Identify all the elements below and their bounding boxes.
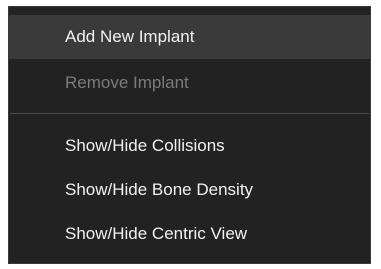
menu-item-show-hide-collisions[interactable]: Show/Hide Collisions <box>9 124 370 168</box>
menu-item-remove-implant[interactable]: Remove Implant <box>9 61 370 105</box>
menu-item-add-new-implant[interactable]: Add New Implant <box>9 15 370 59</box>
context-menu: Add New Implant Remove Implant Show/Hide… <box>8 6 371 264</box>
menu-item-show-hide-centric-view[interactable]: Show/Hide Centric View <box>9 212 370 256</box>
menu-item-label: Show/Hide Bone Density <box>65 180 254 199</box>
menu-separator <box>10 113 369 114</box>
menu-item-label: Show/Hide Collisions <box>65 136 225 155</box>
menu-item-label: Remove Implant <box>65 73 189 92</box>
menu-item-label: Show/Hide Centric View <box>65 224 248 243</box>
menu-item-show-hide-bone-density[interactable]: Show/Hide Bone Density <box>9 168 370 212</box>
menu-item-label: Add New Implant <box>65 27 195 46</box>
